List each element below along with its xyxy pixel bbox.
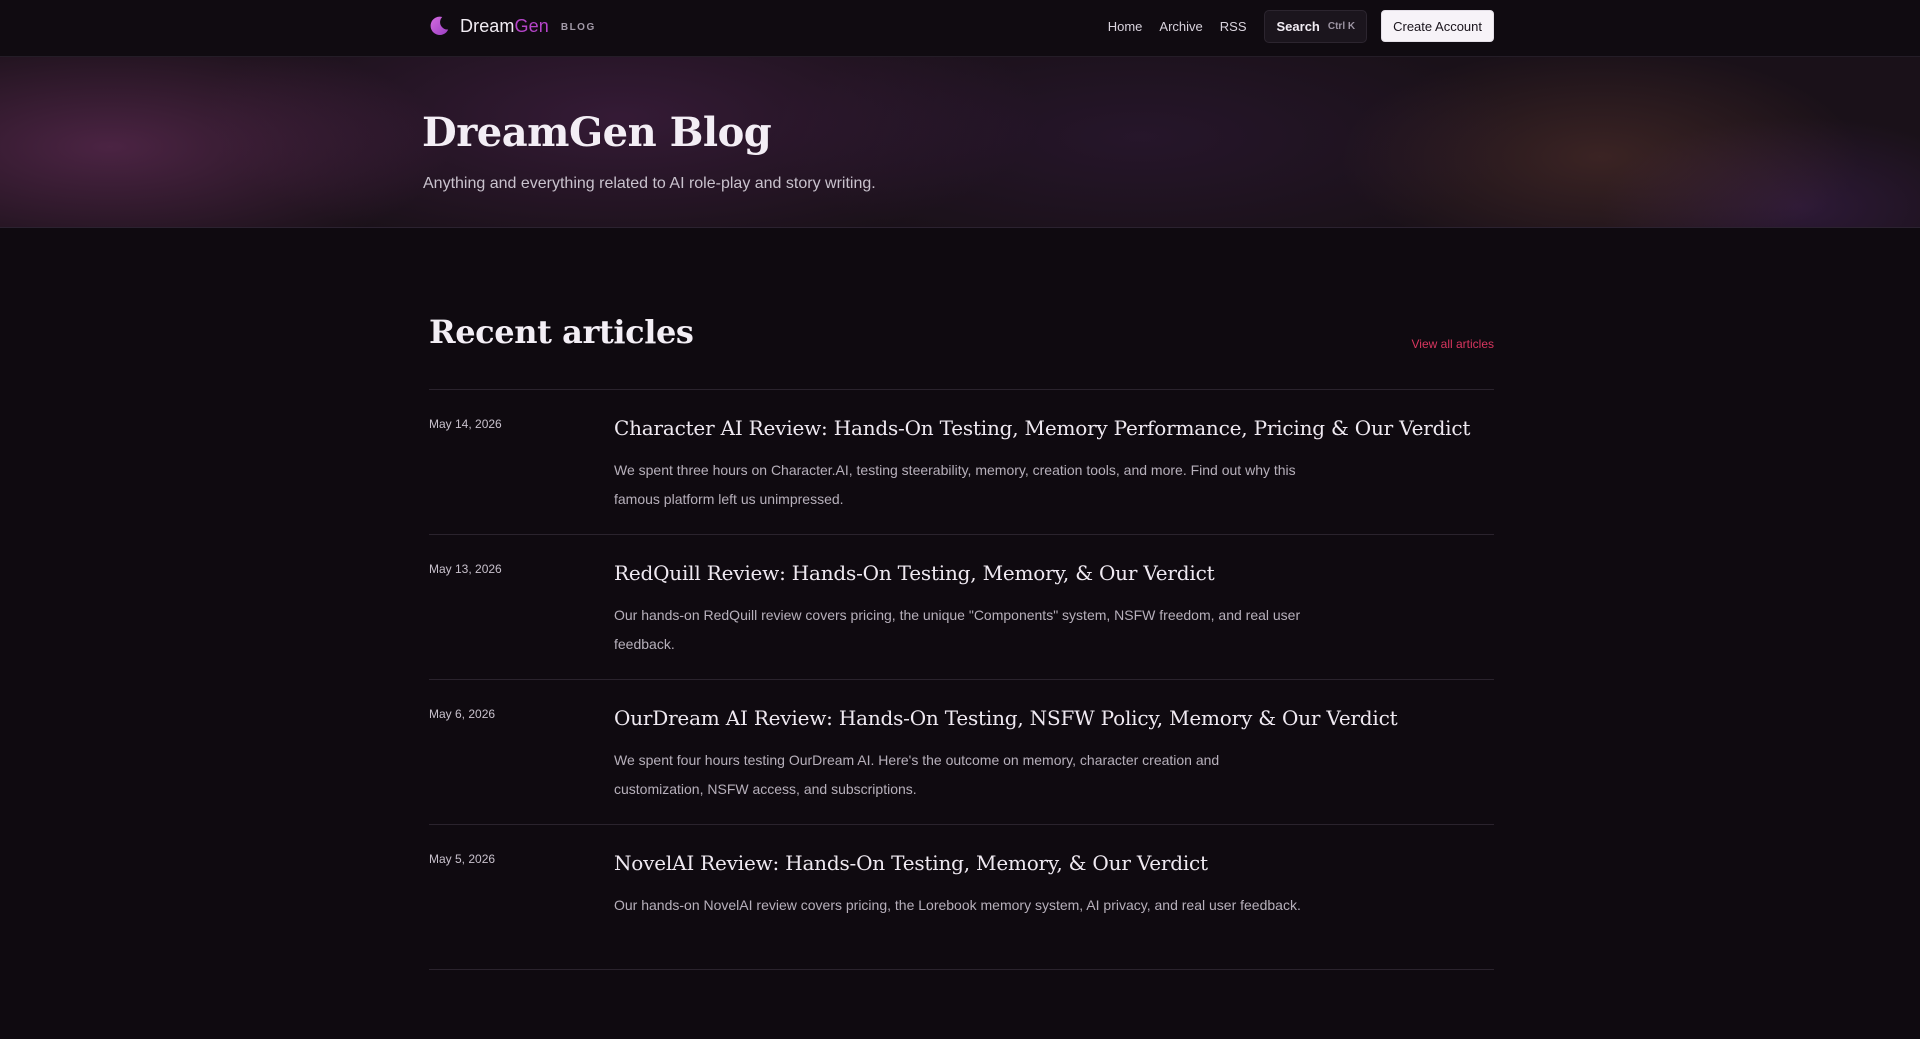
search-shortcut-hint: Ctrl K [1327, 20, 1356, 32]
search-button[interactable]: Search Ctrl K [1263, 9, 1368, 43]
brand-name-gen: Gen [514, 15, 549, 36]
article-item[interactable]: May 14, 2026 Character AI Review: Hands-… [429, 390, 1494, 535]
article-item[interactable]: May 6, 2026 OurDream AI Review: Hands-On… [429, 680, 1494, 825]
article-title-link[interactable]: OurDream AI Review: Hands-On Testing, NS… [614, 706, 1398, 730]
brand-name: DreamGen [460, 16, 549, 37]
article-description: We spent four hours testing OurDream AI.… [614, 752, 1220, 797]
main-nav: Home Archive RSS Search Ctrl K Create Ac… [1108, 9, 1494, 43]
brand-blog-tag: BLOG [560, 21, 596, 33]
article-title-link[interactable]: Character AI Review: Hands-On Testing, M… [614, 416, 1470, 440]
article-date: May 6, 2026 [429, 707, 496, 721]
article-list: May 14, 2026 Character AI Review: Hands-… [429, 389, 1494, 970]
article-date: May 5, 2026 [429, 852, 496, 866]
article-title-link[interactable]: RedQuill Review: Hands-On Testing, Memor… [614, 561, 1215, 585]
crescent-moon-icon [430, 16, 449, 36]
nav-archive-link[interactable]: Archive [1159, 19, 1202, 34]
article-item[interactable]: May 5, 2026 NovelAI Review: Hands-On Tes… [429, 825, 1494, 970]
search-button-label: Search [1276, 18, 1320, 34]
page-title: DreamGen Blog [422, 109, 772, 156]
article-description: Our hands-on NovelAI review covers prici… [614, 897, 1301, 913]
create-account-button[interactable]: Create Account [1381, 10, 1494, 42]
article-date: May 13, 2026 [429, 562, 502, 576]
recent-articles-heading: Recent articles [429, 313, 694, 351]
brand-home-link[interactable]: DreamGen BLOG [428, 14, 596, 38]
nav-rss-link[interactable]: RSS [1220, 19, 1247, 34]
article-title-link[interactable]: NovelAI Review: Hands-On Testing, Memory… [614, 851, 1208, 875]
page-subtitle: Anything and everything related to AI ro… [423, 175, 876, 192]
brand-name-dream: Dream [460, 15, 515, 36]
nav-home-link[interactable]: Home [1108, 19, 1143, 34]
hero-banner: DreamGen Blog Anything and everything re… [0, 57, 1920, 228]
top-navigation-bar: DreamGen BLOG Home Archive RSS Search Ct… [0, 0, 1920, 57]
article-date: May 14, 2026 [429, 417, 502, 431]
article-description: We spent three hours on Character.AI, te… [614, 462, 1296, 507]
article-description: Our hands-on RedQuill review covers pric… [614, 607, 1301, 652]
article-item[interactable]: May 13, 2026 RedQuill Review: Hands-On T… [429, 535, 1494, 680]
view-all-articles-link[interactable]: View all articles [1412, 337, 1494, 351]
